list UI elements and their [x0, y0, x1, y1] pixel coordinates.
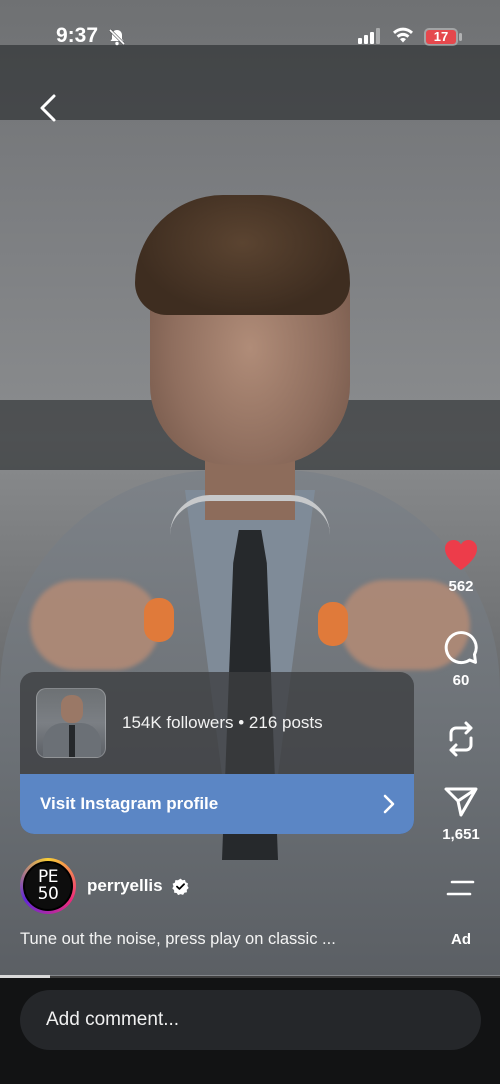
back-button[interactable] — [34, 90, 66, 126]
send-icon — [444, 787, 478, 817]
profile-stats: 154K followers • 216 posts — [122, 713, 323, 733]
battery-percent: 17 — [433, 29, 449, 44]
comment-count: 60 — [452, 672, 470, 689]
stats-separator: • — [233, 713, 249, 732]
repost-icon — [449, 721, 473, 757]
left-hand — [30, 580, 160, 670]
share-count: 1,651 — [442, 826, 480, 843]
visit-profile-button[interactable]: Visit Instagram profile — [20, 774, 414, 834]
profile-thumbnail[interactable] — [36, 688, 106, 758]
chevron-left-icon — [40, 94, 56, 122]
share-button[interactable]: 1,651 — [426, 784, 496, 843]
right-earbud — [318, 602, 348, 646]
chevron-right-icon — [382, 794, 396, 819]
avatar-logo: PE 50 — [23, 861, 73, 911]
posts-count: 216 posts — [248, 713, 323, 732]
bell-slash-icon — [108, 28, 126, 51]
like-count: 562 — [448, 578, 474, 595]
menu-button[interactable] — [446, 878, 476, 898]
verified-badge-icon — [172, 878, 189, 900]
like-button[interactable]: 562 — [426, 538, 496, 595]
comment-bubble-icon — [444, 631, 478, 665]
repost-button[interactable] — [426, 720, 496, 758]
battery-icon: 17 — [424, 28, 458, 46]
menu-icon — [446, 880, 475, 896]
heart-icon — [444, 539, 478, 570]
battery-cap — [459, 33, 462, 41]
left-earbud — [144, 598, 174, 642]
thumb-head — [61, 695, 83, 723]
comment-input[interactable] — [20, 990, 481, 1050]
avatar-text-bottom: 50 — [37, 884, 59, 904]
wifi-icon — [392, 26, 414, 49]
comment-button[interactable]: 60 — [426, 630, 496, 689]
model-hair — [135, 195, 350, 315]
username[interactable]: perryellis — [87, 876, 163, 896]
status-bar: 9:37 17 — [0, 0, 500, 72]
headphone-cable — [170, 495, 330, 535]
cellular-signal-icon — [358, 28, 382, 49]
thumb-tie — [69, 725, 75, 757]
ad-label: Ad — [451, 931, 471, 948]
post-caption[interactable]: Tune out the noise, press play on classi… — [20, 930, 400, 949]
clock: 9:37 — [56, 24, 99, 47]
avatar[interactable]: PE 50 — [20, 858, 76, 914]
profile-card[interactable]: 154K followers • 216 posts Visit Instagr… — [20, 672, 414, 834]
followers-count: 154K followers — [122, 713, 234, 732]
visit-profile-label: Visit Instagram profile — [40, 794, 219, 813]
